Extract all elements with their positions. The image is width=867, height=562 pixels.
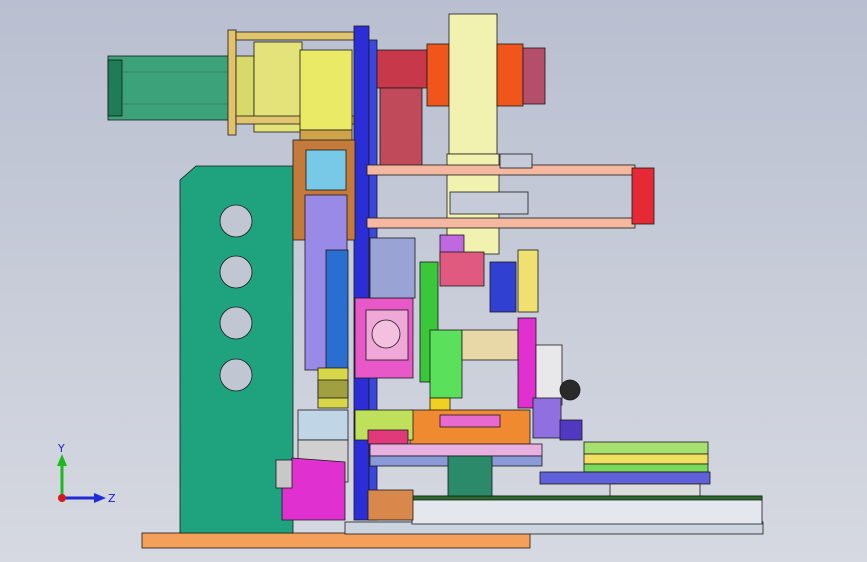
z-axis-label: Z <box>108 492 116 505</box>
tan-block <box>461 329 519 361</box>
base-plate-orange <box>141 532 531 549</box>
machine-assembly-model[interactable] <box>0 0 867 562</box>
pneumatic-cylinder <box>449 191 529 215</box>
spring <box>317 379 349 399</box>
drive-gear-block <box>447 455 493 497</box>
blue-vertical-frame <box>353 25 370 521</box>
pink-strip <box>367 429 409 445</box>
lead-screw <box>325 249 349 371</box>
rail-rack <box>411 495 763 501</box>
handle-knob <box>275 459 293 489</box>
platform-layer-3 <box>583 463 709 473</box>
purple-lever <box>532 397 562 439</box>
lower-slide <box>369 443 543 457</box>
cylinder-small <box>499 153 533 169</box>
motor-shaft <box>371 319 401 349</box>
platform-base <box>539 471 711 485</box>
gearbox-housing <box>299 49 353 131</box>
guide-block <box>297 409 349 441</box>
column-hole-4 <box>219 358 253 392</box>
tie-rod-top <box>235 31 355 41</box>
spindle-bracket <box>379 87 423 173</box>
cad-viewport[interactable]: Y Z <box>0 0 867 562</box>
spindle-coupler <box>376 49 428 89</box>
black-knob <box>559 379 581 401</box>
magenta-post <box>517 317 537 409</box>
white-housing <box>535 344 563 406</box>
gripper-red <box>439 251 485 287</box>
spindle-end <box>522 47 546 105</box>
rod-end-block <box>631 167 655 225</box>
spindle-collar-right <box>496 43 524 107</box>
platform-layer-1 <box>583 441 709 455</box>
origin-dot <box>58 494 66 502</box>
z-axis-head <box>94 493 106 503</box>
platform-layer-2 <box>583 453 709 465</box>
coordinate-triad: Y Z <box>57 442 116 505</box>
cylinder-yellow <box>517 249 539 313</box>
clamp-blue <box>305 149 347 191</box>
y-axis-label: Y <box>57 442 65 455</box>
table-fixture <box>439 414 501 428</box>
motor-endcap <box>107 59 123 117</box>
knob-purple <box>559 419 583 441</box>
light-green-bar <box>429 329 463 399</box>
cylinder-blue <box>489 261 517 313</box>
y-axis-head <box>57 454 67 466</box>
large-drum <box>448 13 498 155</box>
gear-coupling <box>235 55 255 121</box>
column-hole-3 <box>219 306 253 340</box>
column-hole-1 <box>219 204 253 238</box>
guide-rod-lower <box>366 217 636 229</box>
motor-mount <box>369 237 416 299</box>
column-hole-2 <box>219 255 253 289</box>
spindle-collar-left <box>426 43 450 107</box>
drive-motor-body <box>107 55 231 121</box>
motor-flange <box>227 29 237 136</box>
coupling-lower <box>367 489 414 521</box>
